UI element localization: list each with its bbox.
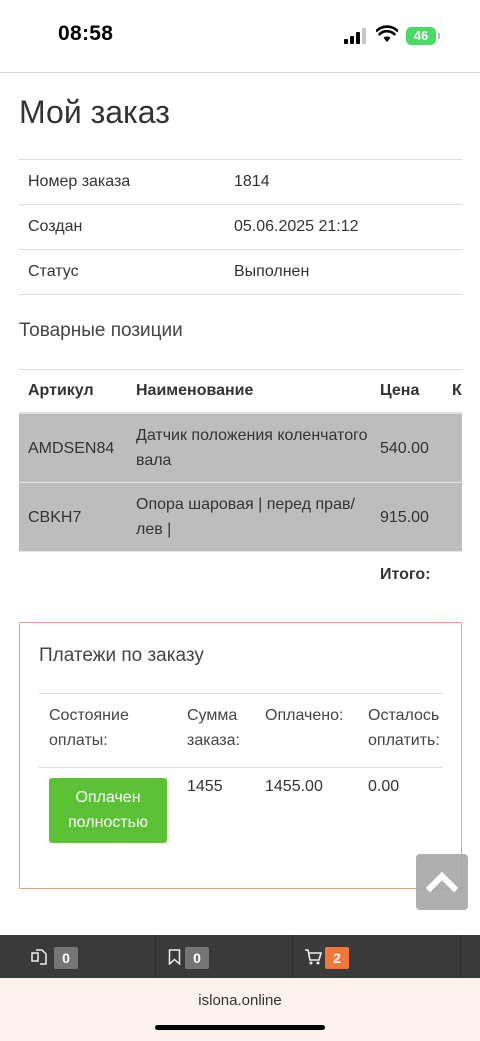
payments-title: Платежи по заказу <box>39 645 204 666</box>
header-sku: Артикул <box>19 369 127 414</box>
clock: 08:58 <box>58 22 114 45</box>
compare-icon <box>31 949 47 965</box>
header-price: Цена <box>371 369 443 414</box>
page-title: Мой заказ <box>19 94 170 130</box>
item-qty <box>443 413 462 483</box>
items-table: Артикул Наименование Цена К AMDSEN84 Дат… <box>19 369 462 598</box>
cart-icon <box>305 949 322 965</box>
total-label: Итого: <box>380 566 431 583</box>
bookmarks-count: 0 <box>185 947 209 969</box>
item-qty <box>443 482 462 552</box>
header-left-to-pay: Осталось оплатить: <box>358 693 443 768</box>
header-paid: Оплачено: <box>255 693 358 768</box>
payment-status-badge: Оплачен полностью <box>49 778 167 843</box>
item-price: 540.00 <box>371 413 443 483</box>
order-number-label: Номер заказа <box>19 159 234 205</box>
item-sku: AMDSEN84 <box>19 413 127 483</box>
item-name: Опора шаровая | перед прав/лев | <box>127 482 371 552</box>
compare-count: 0 <box>54 947 78 969</box>
header-payment-state: Состояние оплаты: <box>39 693 177 768</box>
table-row: Оплачен полностью 1455 1455.00 0.00 <box>39 768 443 854</box>
order-number-value: 1814 <box>234 159 462 205</box>
shop-bottom-bar: 0 0 2 <box>0 935 480 978</box>
cart-button[interactable]: 2 <box>293 935 461 978</box>
wifi-icon <box>376 25 398 42</box>
payments-panel: Платежи по заказу Состояние оплаты: Сумм… <box>19 622 462 889</box>
table-row: AMDSEN84 Датчик положения коленчатого ва… <box>19 413 462 483</box>
home-indicator[interactable] <box>155 1025 325 1030</box>
status-value: Выполнен <box>234 249 462 295</box>
scroll-to-top-button[interactable] <box>416 854 468 910</box>
created-value: 05.06.2025 21:12 <box>234 204 462 250</box>
url-text[interactable]: islona.online <box>0 992 480 1009</box>
table-row: CBKH7 Опора шаровая | перед прав/лев | 9… <box>19 482 462 552</box>
header-name: Наименование <box>127 369 371 414</box>
chevron-up-icon <box>425 871 459 893</box>
items-section-title: Товарные позиции <box>19 320 183 341</box>
order-info-row: Статус Выполнен <box>19 249 462 295</box>
cellular-signal-icon <box>344 28 368 44</box>
item-name: Датчик положения коленчатого вала <box>127 413 371 483</box>
bookmark-icon <box>168 949 181 965</box>
status-label: Статус <box>19 249 234 295</box>
bookmarks-button[interactable]: 0 <box>156 935 293 978</box>
header-order-sum: Сумма заказа: <box>177 693 255 768</box>
battery-icon: 46 <box>406 27 440 45</box>
header-qty: К <box>443 369 462 414</box>
order-sum-value: 1455 <box>187 778 223 795</box>
created-label: Создан <box>19 204 234 250</box>
item-price: 915.00 <box>371 482 443 552</box>
item-sku: CBKH7 <box>19 482 127 552</box>
order-info-row: Создан 05.06.2025 21:12 <box>19 204 462 250</box>
status-bar: 08:58 46 <box>0 0 480 73</box>
cart-count: 2 <box>325 947 349 969</box>
payments-table: Состояние оплаты: Сумма заказа: Оплачено… <box>39 693 443 853</box>
items-table-container[interactable]: Артикул Наименование Цена К AMDSEN84 Дат… <box>19 369 462 598</box>
paid-value: 1455.00 <box>265 778 323 795</box>
browser-address-bar[interactable]: islona.online <box>0 978 480 1041</box>
payments-table-container[interactable]: Состояние оплаты: Сумма заказа: Оплачено… <box>39 693 443 853</box>
order-info-row: Номер заказа 1814 <box>19 159 462 205</box>
compare-button[interactable]: 0 <box>19 935 156 978</box>
order-info-table: Номер заказа 1814 Создан 05.06.2025 21:1… <box>19 159 462 295</box>
left-to-pay-value: 0.00 <box>368 778 400 795</box>
